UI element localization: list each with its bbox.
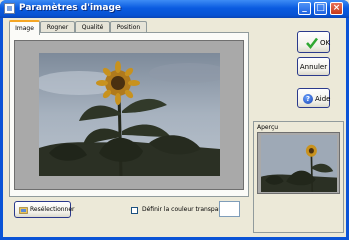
ok-button[interactable]: OK xyxy=(297,31,330,53)
reselect-button[interactable]: Resélectionner xyxy=(14,201,75,218)
help-icon: ? xyxy=(303,94,313,104)
transparent-color-checkbox[interactable] xyxy=(131,207,138,214)
tab-panel-image xyxy=(9,32,249,197)
help-button[interactable]: ? Aide xyxy=(297,88,330,108)
cancel-button[interactable]: Annuler xyxy=(297,57,330,76)
picture-icon xyxy=(4,3,15,14)
maximize-button[interactable]: □ xyxy=(314,2,327,15)
window-title: Paramètres d'image xyxy=(19,3,122,13)
transparent-color-swatch[interactable] xyxy=(219,201,240,217)
dialog-body: Image Rogner Qualité Position OK Annuler… xyxy=(3,18,346,237)
minimize-button[interactable]: _ xyxy=(298,2,311,15)
reselect-label: Resélectionner xyxy=(30,206,75,213)
folder-picture-icon xyxy=(19,207,28,214)
preview-frame xyxy=(257,132,340,194)
sunflower-photo xyxy=(39,53,220,176)
tab-image[interactable]: Image xyxy=(9,20,40,35)
close-button[interactable]: × xyxy=(330,2,343,15)
preview-group: Aperçu xyxy=(253,121,344,233)
title-bar[interactable]: Paramètres d'image _ □ × xyxy=(0,0,349,18)
image-area xyxy=(14,40,244,190)
ok-label: OK xyxy=(320,39,331,47)
preview-thumbnail xyxy=(261,135,337,192)
dialog-window: Paramètres d'image _ □ × Image Rogner Qu… xyxy=(0,0,349,240)
checkmark-icon xyxy=(306,37,318,49)
cancel-label: Annuler xyxy=(299,63,328,71)
preview-label: Aperçu xyxy=(257,124,279,131)
help-label: Aide xyxy=(315,95,331,103)
